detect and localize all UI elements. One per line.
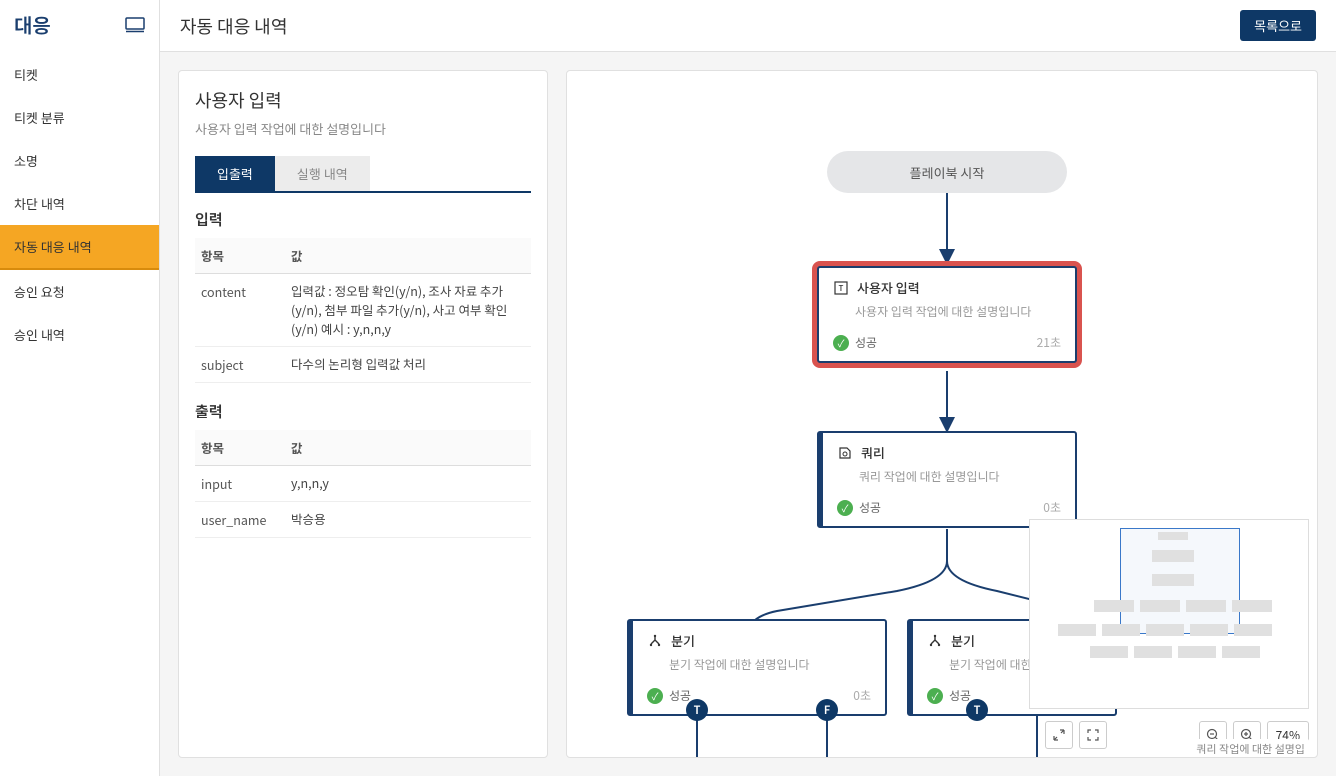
input-table: 항목 값 content 입력값 : 정오탐 확인(y/n), 조사 자료 추가…: [195, 238, 531, 383]
output-section-heading: 출력: [195, 401, 531, 422]
sidebar: 대응 티켓 티켓 분류 소명 차단 내역 자동 대응 내역 승인 요청 승인 내…: [0, 0, 160, 776]
output-header-key: 항목: [195, 430, 285, 466]
fullscreen-button[interactable]: [1079, 721, 1107, 749]
svg-text:T: T: [839, 283, 844, 294]
main: 자동 대응 내역 목록으로 사용자 입력 사용자 입력 작업에 대한 설명입니다…: [160, 0, 1336, 776]
sidebar-item-block-history[interactable]: 차단 내역: [0, 182, 159, 225]
input-icon: T: [833, 280, 849, 296]
check-icon: ✓: [837, 500, 853, 516]
node-branch-left[interactable]: 분기 분기 작업에 대한 설명입니다 ✓성공 0초: [627, 619, 887, 716]
sidebar-item-approval-history[interactable]: 승인 내역: [0, 313, 159, 356]
minimap[interactable]: [1029, 519, 1309, 709]
table-row: subject 다수의 논리형 입력값 처리: [195, 347, 531, 383]
page-header: 자동 대응 내역 목록으로: [160, 0, 1336, 52]
branch-true-badge: T: [686, 699, 708, 721]
node-user-input[interactable]: T 사용자 입력 사용자 입력 작업에 대한 설명입니다 ✓성공 21초: [817, 266, 1077, 363]
sidebar-item-explanation[interactable]: 소명: [0, 139, 159, 182]
sidebar-header: 대응: [0, 0, 159, 53]
table-row: input y,n,n,y: [195, 466, 531, 502]
back-to-list-button[interactable]: 목록으로: [1240, 10, 1316, 41]
check-icon: ✓: [927, 688, 943, 704]
tab-exec-history[interactable]: 실행 내역: [275, 156, 370, 191]
branch-false-badge: F: [816, 699, 838, 721]
node-query[interactable]: 쿼리 쿼리 작업에 대한 설명입니다 ✓성공 0초: [817, 431, 1077, 528]
playbook-canvas[interactable]: 플레이북 시작 T 사용자 입력 사용자 입력 작업에 대한 설명입니다 ✓성공…: [566, 70, 1318, 758]
branch-icon: [647, 633, 663, 649]
input-header-key: 항목: [195, 238, 285, 274]
detail-panel: 사용자 입력 사용자 입력 작업에 대한 설명입니다 입출력 실행 내역 입력 …: [178, 70, 548, 758]
check-icon: ✓: [833, 335, 849, 351]
sidebar-item-ticket[interactable]: 티켓: [0, 53, 159, 96]
canvas-toolbar-left: [1045, 721, 1107, 749]
detail-title: 사용자 입력: [195, 87, 531, 113]
input-header-val: 값: [285, 238, 531, 274]
detail-desc: 사용자 입력 작업에 대한 설명입니다: [195, 119, 531, 138]
detail-tabs: 입출력 실행 내역: [195, 156, 531, 193]
check-icon: ✓: [647, 688, 663, 704]
sidebar-title: 대응: [14, 10, 51, 39]
table-row: content 입력값 : 정오탐 확인(y/n), 조사 자료 추가(y/n)…: [195, 274, 531, 347]
output-header-val: 값: [285, 430, 531, 466]
branch-icon: [927, 633, 943, 649]
playbook-start-node[interactable]: 플레이북 시작: [827, 151, 1067, 193]
query-icon: [837, 445, 853, 461]
fit-screen-button[interactable]: [1045, 721, 1073, 749]
table-row: user_name 박승용: [195, 502, 531, 538]
sidebar-item-auto-response[interactable]: 자동 대응 내역: [0, 225, 159, 270]
sidebar-item-ticket-category[interactable]: 티켓 분류: [0, 96, 159, 139]
branch-true-badge-2: T: [966, 699, 988, 721]
page-title: 자동 대응 내역: [180, 13, 287, 39]
monitor-icon[interactable]: [125, 10, 145, 39]
output-table: 항목 값 input y,n,n,y user_name 박승용: [195, 430, 531, 538]
hover-tooltip: 쿼리 작업에 대한 설명입: [1192, 739, 1309, 758]
input-section-heading: 입력: [195, 209, 531, 230]
sidebar-item-approval-request[interactable]: 승인 요청: [0, 270, 159, 313]
tab-io[interactable]: 입출력: [195, 156, 275, 191]
